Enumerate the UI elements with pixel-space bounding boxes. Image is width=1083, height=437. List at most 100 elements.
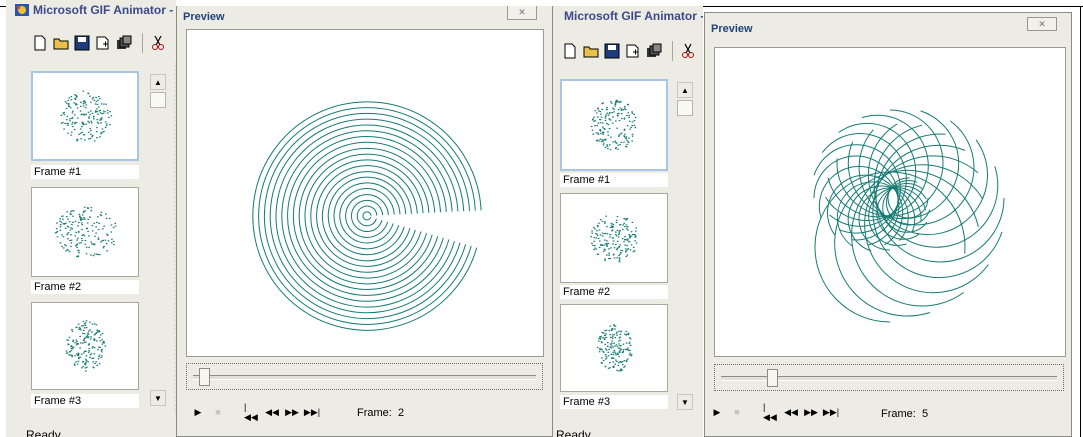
scrollbar-thumb[interactable] [150,92,166,108]
thumbnail-dot [618,337,621,339]
thumbnail-dot [78,242,81,244]
thumbnail-dot [95,361,97,363]
thumbnail-dot [598,351,601,353]
thumbnail-dot [99,136,101,138]
close-icon[interactable]: ✕ [1027,17,1057,31]
thumbnail-dot [100,349,103,351]
frame-slider[interactable] [714,364,1064,391]
frame-readout-label: Frame: [881,408,916,420]
thumbnail-dot [105,103,107,105]
thumbnail-dot [62,236,65,238]
frame-thumbnail-1[interactable] [560,79,668,171]
thumbnail-dot [606,122,608,124]
thumbnail-dot [82,361,84,363]
thumbnail-dot [68,97,70,99]
previous-frame-icon[interactable]: ◀◀ [264,404,280,420]
insert-icon[interactable] [624,41,642,61]
last-frame-icon[interactable]: ▶▶| [304,404,320,420]
thumbnail-dot [93,353,96,355]
cut-icon[interactable] [679,41,697,61]
thumbnail-dot [79,329,82,331]
thumbnail-dot [96,340,98,342]
thumbnail-dot [628,234,630,236]
first-frame-icon[interactable]: |◀◀ [244,402,260,422]
thumbnail-dot [597,116,599,118]
open-folder-icon[interactable] [52,33,70,53]
thumbnail-dot [98,331,101,333]
slider-knob[interactable] [199,368,210,386]
thumbnail-dot [63,114,66,116]
frame-slider[interactable] [186,363,543,390]
thumbnail-dot [614,328,616,330]
thumbnail-dot [613,349,616,352]
thumbnail-dot [626,249,629,251]
thumbnail-dot [623,141,625,143]
first-frame-icon[interactable]: |◀◀ [763,402,779,422]
thumbnail-dot [92,366,95,368]
thumbnail-dot [614,325,617,327]
frame-list-scrollbar[interactable]: ▲ ▼ [150,74,166,410]
spiral-arc [356,205,378,227]
play-icon[interactable]: ▶ [709,404,725,420]
next-frame-icon[interactable]: ▶▶ [284,404,300,420]
thumbnail-dot [85,358,87,360]
thumbnail-dot [618,362,620,364]
properties-icon[interactable] [645,41,663,61]
thumbnail-dot [594,228,596,230]
new-file-icon[interactable] [561,41,579,61]
save-icon[interactable] [73,33,91,53]
thumbnail-dot [67,99,70,101]
thumbnail-dot [77,360,80,362]
stop-icon[interactable]: ■ [210,404,226,420]
thumbnail-dot [623,360,626,362]
next-frame-icon[interactable]: ▶▶ [803,404,819,420]
properties-icon[interactable] [115,33,133,53]
close-icon[interactable]: ✕ [507,6,537,20]
thumbnail-dot [114,225,117,227]
thumbnail-dot [96,108,98,110]
thumbnail-dot [607,148,609,150]
thumbnail-dot [619,144,621,146]
frame-thumbnail-2[interactable] [560,193,668,283]
thumbnail-dot [606,226,608,228]
frame-list-scrollbar[interactable]: ▲ ▼ [677,82,693,412]
thumbnail-dot [629,352,631,354]
stop-icon[interactable]: ■ [729,404,745,420]
frame-thumbnail-1[interactable] [31,71,139,161]
thumbnail-dot [631,111,633,113]
insert-icon[interactable] [94,33,112,53]
thumbnail-dot [89,356,91,359]
thumbnail-dot [71,346,74,348]
thumbnail-dot [91,225,94,227]
left-animator-titlebar[interactable]: Microsoft GIF Animator - [6,0,176,20]
slider-knob[interactable] [767,369,778,387]
thumbnail-dot [612,240,615,242]
save-icon[interactable] [603,41,621,61]
frame-thumbnail-3[interactable] [31,302,139,390]
thumbnail-dot [604,354,607,356]
scrollbar-thumb[interactable] [677,100,693,116]
thumbnail-dot [606,144,608,146]
open-folder-icon[interactable] [582,41,600,61]
thumbnail-dot [623,128,626,130]
scroll-up-arrow-icon[interactable]: ▲ [677,82,693,98]
frame-thumbnail-3[interactable] [560,304,668,392]
scroll-down-arrow-icon[interactable]: ▼ [677,394,693,410]
cut-icon[interactable] [149,33,167,53]
scroll-up-arrow-icon[interactable]: ▲ [150,74,166,90]
thumbnail-dot [614,337,616,339]
previous-frame-icon[interactable]: ◀◀ [783,404,799,420]
last-frame-icon[interactable]: ▶▶| [823,404,839,420]
thumbnail-dot [113,243,115,246]
thumbnail-dot [106,233,108,235]
thumbnail-dot [621,108,623,110]
thumbnail-dot [607,242,609,244]
new-file-icon[interactable] [31,33,49,53]
scroll-down-arrow-icon[interactable]: ▼ [150,390,166,406]
frame-thumbnail-2[interactable] [31,187,139,277]
thumbnail-dot [623,222,625,224]
right-animator-titlebar[interactable]: Microsoft GIF Animator - [553,6,703,26]
thumbnail-dot [69,118,71,120]
play-icon[interactable]: ▶ [190,404,206,420]
thumbnail-dot [610,336,612,338]
